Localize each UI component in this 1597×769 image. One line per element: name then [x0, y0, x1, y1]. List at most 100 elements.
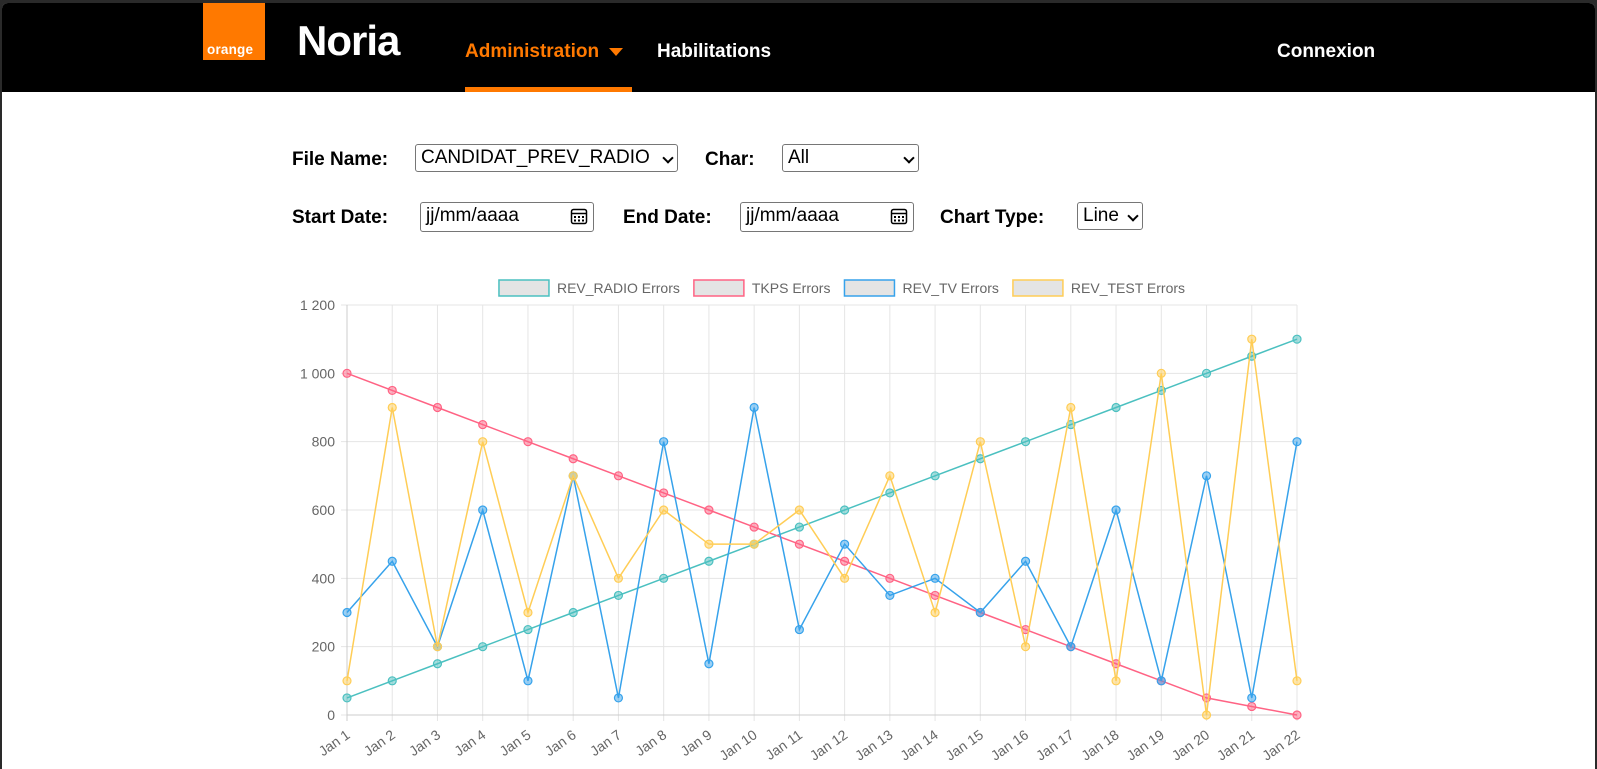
data-point[interactable] — [478, 437, 488, 447]
y-tick-label: 1 200 — [300, 297, 335, 313]
data-point[interactable] — [885, 471, 895, 481]
data-point[interactable] — [432, 642, 443, 652]
data-point[interactable] — [885, 590, 895, 601]
legend-item[interactable]: REV_TEST Errors — [1012, 279, 1185, 297]
legend-swatch — [843, 279, 896, 297]
x-tick-label: Jan 15 — [942, 726, 986, 763]
data-point[interactable] — [659, 505, 669, 515]
data-point[interactable] — [840, 505, 850, 515]
data-point[interactable] — [975, 437, 985, 447]
data-point[interactable] — [840, 573, 850, 583]
data-point[interactable] — [387, 385, 397, 396]
data-point[interactable] — [613, 471, 624, 481]
data-point[interactable] — [342, 607, 352, 618]
data-point[interactable] — [794, 624, 804, 635]
data-point[interactable] — [613, 573, 624, 583]
errors-line-chart: REV_RADIO Errors TKPS Errors REV_TV Errors… — [300, 279, 1303, 764]
data-point[interactable] — [1247, 693, 1257, 703]
data-point[interactable] — [1247, 701, 1257, 712]
x-tick-label: Jan 13 — [852, 726, 896, 763]
data-point[interactable] — [1292, 437, 1302, 447]
y-tick-label: 1 000 — [300, 365, 335, 381]
x-tick-label: Jan 11 — [762, 726, 805, 763]
data-point[interactable] — [432, 402, 443, 413]
data-point[interactable] — [1111, 676, 1121, 686]
data-point[interactable] — [704, 539, 714, 549]
data-point[interactable] — [523, 624, 533, 635]
x-tick-label: Jan 3 — [406, 726, 443, 759]
data-point[interactable] — [568, 607, 578, 618]
data-point[interactable] — [523, 437, 533, 447]
data-point[interactable] — [1201, 368, 1212, 378]
data-point[interactable] — [1247, 334, 1257, 344]
data-point[interactable] — [478, 642, 488, 652]
data-point[interactable] — [794, 505, 804, 515]
data-point[interactable] — [659, 573, 669, 583]
legend-item[interactable]: TKPS Errors — [693, 279, 831, 297]
data-point[interactable] — [704, 659, 714, 669]
data-point[interactable] — [1020, 437, 1031, 447]
data-point[interactable] — [794, 539, 804, 549]
x-tick-label: Jan 17 — [1033, 726, 1077, 763]
data-point[interactable] — [794, 522, 804, 532]
chart-series — [342, 334, 1302, 720]
data-point[interactable] — [342, 368, 352, 378]
data-point[interactable] — [387, 402, 397, 413]
data-point[interactable] — [930, 573, 940, 583]
data-point[interactable] — [342, 676, 352, 686]
app-window: orange Noria Administration Habilitation… — [2, 3, 1595, 769]
data-point[interactable] — [840, 556, 850, 566]
x-tick-label: Jan 4 — [451, 726, 488, 759]
data-point[interactable] — [975, 607, 985, 618]
data-point[interactable] — [704, 505, 714, 515]
y-tick-label: 200 — [312, 639, 336, 655]
legend-label: REV_TV Errors — [902, 280, 998, 296]
data-point[interactable] — [1111, 505, 1121, 515]
data-point[interactable] — [478, 419, 488, 430]
data-point[interactable] — [840, 539, 850, 549]
data-point[interactable] — [885, 573, 895, 583]
data-point[interactable] — [1156, 676, 1166, 686]
data-point[interactable] — [930, 590, 940, 601]
data-point[interactable] — [387, 676, 397, 686]
data-point[interactable] — [749, 522, 759, 532]
x-axis: Jan 1 Jan 2 Jan 3 Jan 4 Jan 5 Jan 6 Jan 7 Jan 8… — [315, 726, 1302, 763]
data-point[interactable] — [613, 693, 624, 703]
data-point[interactable] — [1292, 710, 1302, 720]
data-point[interactable] — [1020, 642, 1031, 652]
data-point[interactable] — [523, 676, 533, 686]
legend-item[interactable]: REV_TV Errors — [843, 279, 999, 297]
data-point[interactable] — [704, 556, 714, 566]
data-point[interactable] — [342, 693, 352, 703]
legend-label: REV_TEST Errors — [1071, 280, 1185, 296]
data-point[interactable] — [568, 471, 578, 481]
data-point[interactable] — [1201, 710, 1212, 720]
data-point[interactable] — [613, 590, 624, 601]
data-point[interactable] — [478, 505, 488, 515]
data-point[interactable] — [1066, 402, 1076, 413]
x-tick-label: Jan 22 — [1259, 726, 1303, 763]
data-point[interactable] — [387, 556, 397, 566]
data-point[interactable] — [1066, 642, 1076, 652]
data-point[interactable] — [885, 488, 895, 498]
data-point[interactable] — [659, 437, 669, 447]
legend-label: TKPS Errors — [752, 280, 831, 296]
data-point[interactable] — [1156, 368, 1166, 378]
y-tick-label: 800 — [312, 434, 336, 450]
data-point[interactable] — [749, 539, 759, 549]
data-point[interactable] — [659, 488, 669, 498]
data-point[interactable] — [568, 454, 578, 464]
data-point[interactable] — [523, 607, 533, 618]
data-point[interactable] — [749, 402, 759, 413]
legend-item[interactable]: REV_RADIO Errors — [498, 279, 680, 297]
data-point[interactable] — [930, 471, 940, 481]
data-point[interactable] — [1292, 676, 1302, 686]
data-point[interactable] — [930, 607, 940, 618]
data-point[interactable] — [1201, 471, 1212, 481]
data-point[interactable] — [1020, 556, 1031, 566]
data-point[interactable] — [1111, 402, 1121, 413]
data-point[interactable] — [432, 659, 443, 669]
legend-swatch — [498, 279, 550, 297]
data-point[interactable] — [1292, 334, 1302, 344]
legend-label: REV_RADIO Errors — [557, 280, 680, 296]
